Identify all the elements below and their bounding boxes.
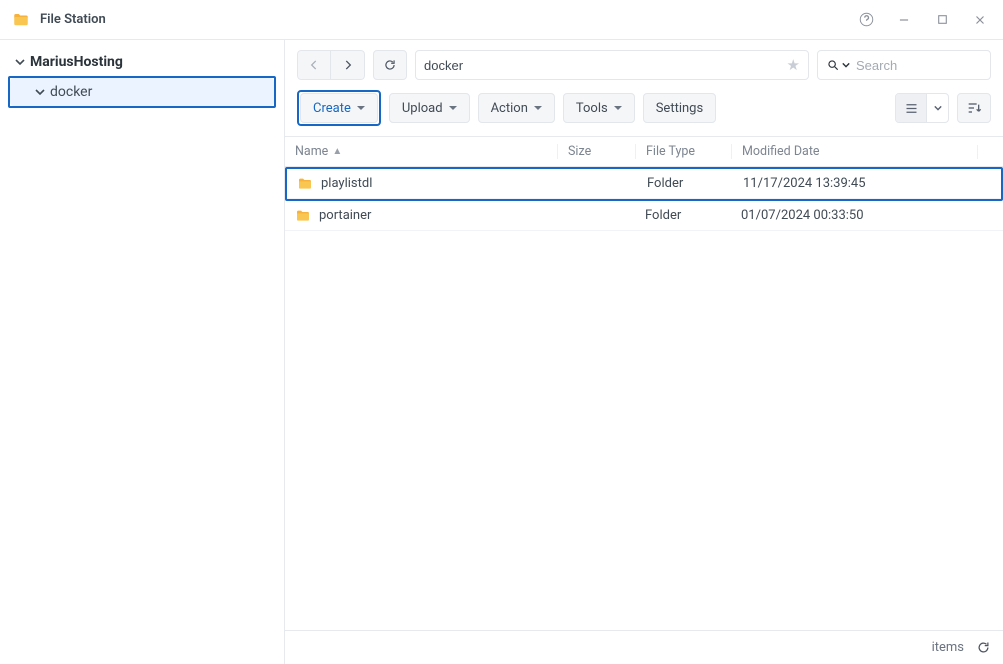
table-row[interactable]: playlistdl Folder 11/17/2024 13:39:45 (287, 169, 1001, 199)
column-header-size-label: Size (568, 144, 591, 159)
upload-button-label: Upload (402, 101, 443, 116)
path-input[interactable] (424, 58, 779, 73)
window-titlebar: File Station (0, 0, 1003, 40)
caret-down-icon (534, 106, 542, 110)
maximize-button[interactable] (931, 9, 953, 31)
column-header-modified[interactable]: Modified Date (731, 144, 977, 159)
action-button-label: Action (491, 101, 528, 116)
settings-button[interactable]: Settings (643, 93, 716, 123)
tools-button[interactable]: Tools (563, 93, 635, 123)
tree-root-label: MariusHosting (30, 54, 123, 70)
upload-button[interactable]: Upload (389, 93, 470, 123)
app-folder-icon (12, 11, 30, 29)
sort-asc-icon: ▲ (332, 146, 342, 157)
nav-history-group (297, 50, 365, 80)
column-menu-button[interactable] (977, 145, 999, 159)
favorite-star-icon[interactable]: ★ (787, 56, 800, 74)
refresh-button[interactable] (373, 50, 407, 80)
search-icon[interactable] (826, 58, 850, 72)
help-button[interactable] (855, 9, 877, 31)
chevron-down-icon (14, 56, 26, 68)
tree-node-label: docker (50, 84, 92, 100)
chevron-down-icon (34, 86, 46, 98)
back-button[interactable] (297, 50, 331, 80)
view-dropdown-button[interactable] (926, 94, 948, 122)
caret-down-icon (614, 106, 622, 110)
column-header-type-label: File Type (646, 144, 695, 159)
folder-tree-sidebar: MariusHosting docker (0, 40, 285, 664)
window-title: File Station (40, 12, 106, 27)
toolbar: Create Upload Action Tools Settings (285, 86, 1003, 136)
view-list-button[interactable] (896, 94, 926, 122)
caret-down-icon (449, 106, 457, 110)
table-header: Name ▲ Size File Type Modified Date (285, 137, 1003, 167)
file-modified: 11/17/2024 13:39:45 (733, 176, 979, 191)
sort-button[interactable] (957, 93, 991, 123)
file-type: Folder (635, 208, 731, 223)
forward-button[interactable] (331, 50, 365, 80)
minimize-button[interactable] (893, 9, 915, 31)
view-switch (895, 93, 949, 123)
file-modified: 01/07/2024 00:33:50 (731, 208, 981, 223)
status-refresh-button[interactable] (976, 640, 991, 655)
column-header-size[interactable]: Size (557, 144, 635, 159)
status-bar: items (285, 630, 1003, 664)
nav-row: ★ (285, 40, 1003, 86)
file-name: portainer (319, 208, 371, 223)
search-input[interactable] (856, 58, 1003, 73)
table-row[interactable]: portainer Folder 01/07/2024 00:33:50 (285, 201, 1003, 231)
table-body: playlistdl Folder 11/17/2024 13:39:45 (285, 167, 1003, 630)
tools-button-label: Tools (576, 101, 608, 116)
file-type: Folder (637, 176, 733, 191)
tree-root[interactable]: MariusHosting (8, 48, 276, 76)
search-box[interactable] (817, 50, 991, 80)
caret-down-icon (357, 106, 365, 110)
tree-node-docker[interactable]: docker (10, 78, 274, 106)
folder-icon (295, 208, 311, 224)
create-button-label: Create (313, 101, 351, 116)
file-name: playlistdl (321, 176, 372, 191)
create-button[interactable]: Create (300, 93, 378, 123)
status-items-label: items (932, 640, 964, 655)
folder-icon (297, 176, 313, 192)
close-button[interactable] (969, 9, 991, 31)
column-header-type[interactable]: File Type (635, 144, 731, 159)
column-header-modified-label: Modified Date (742, 144, 820, 159)
column-header-name[interactable]: Name ▲ (285, 144, 557, 159)
settings-button-label: Settings (656, 101, 703, 116)
main-panel: ★ Create Upload (285, 40, 1003, 664)
path-bar[interactable]: ★ (415, 50, 809, 80)
column-header-name-label: Name (295, 144, 328, 159)
file-table: Name ▲ Size File Type Modified Date (285, 136, 1003, 630)
action-button[interactable]: Action (478, 93, 555, 123)
